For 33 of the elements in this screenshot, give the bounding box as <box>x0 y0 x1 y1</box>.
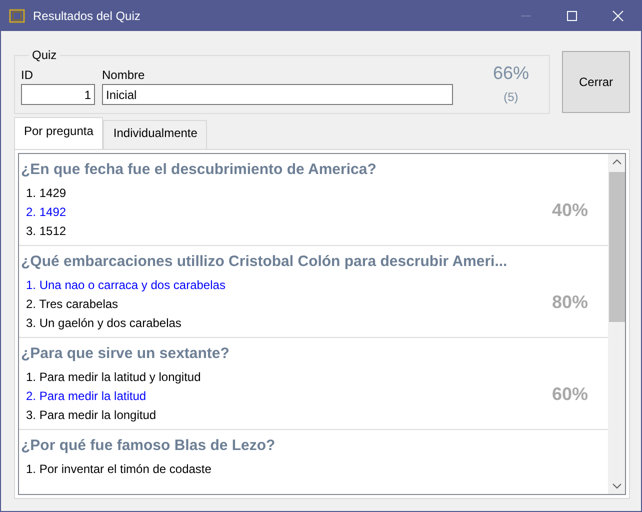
close-button[interactable]: Cerrar <box>562 51 630 113</box>
tab[interactable]: Individualmente <box>103 120 208 149</box>
answer-option: 1. Para medir la latitud y longitud <box>26 368 201 387</box>
question-title: ¿Por qué fue famoso Blas de Lezo? <box>21 436 276 456</box>
id-label: ID <box>21 68 34 82</box>
answer-option: 1. 1429 <box>26 184 66 203</box>
close-icon[interactable] <box>612 10 624 22</box>
question-title: ¿Qué embarcaciones utillizo Cristobal Colón para descrubir Ameri... <box>21 252 508 272</box>
scroll-thumb[interactable] <box>608 172 624 322</box>
window-title: Resultados del Quiz <box>33 8 140 22</box>
id-field[interactable]: 1 <box>21 84 95 105</box>
maximize-icon[interactable] <box>566 10 578 22</box>
answer-option: 2. Tres carabelas <box>26 295 226 314</box>
answer-option: 1. Por inventar el timón de codaste <box>26 460 212 479</box>
answer-option: 2. Para medir la latitud <box>26 387 201 406</box>
group-legend: Quiz <box>29 48 60 62</box>
tab[interactable]: Por pregunta <box>14 117 104 149</box>
score-count: (5) <box>504 90 518 104</box>
score-percent: 66% <box>492 63 529 84</box>
scrollbar[interactable] <box>608 154 625 494</box>
answer-option: 2. 1492 <box>26 203 66 222</box>
window-icon <box>9 8 25 22</box>
answer-option: 3. Para medir la longitud <box>26 406 201 425</box>
name-label: Nombre <box>102 68 146 82</box>
question-percent: 80% <box>552 292 588 313</box>
answer-option: 3. Un gaelón y dos carabelas <box>26 314 226 333</box>
question-percent: 40% <box>552 200 588 221</box>
answer-option: 3. 1512 <box>26 222 66 241</box>
question-title: ¿En que fecha fue el descubrimiento de America? <box>21 160 378 180</box>
question-percent: 60% <box>552 384 588 405</box>
name-field[interactable]: Inicial <box>102 84 453 105</box>
question-title: ¿Para que sirve un sextante? <box>21 344 230 364</box>
answer-option: 1. Una nao o carraca y dos carabelas <box>26 276 226 295</box>
